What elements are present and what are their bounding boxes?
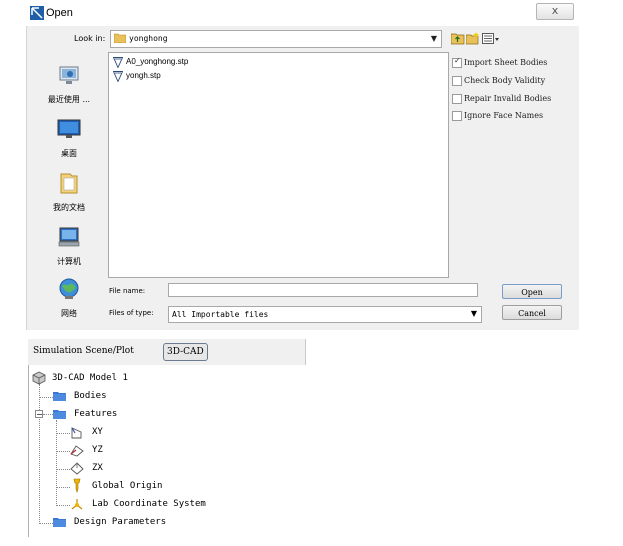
view-menu-icon[interactable] xyxy=(482,32,500,45)
checkbox[interactable] xyxy=(452,111,462,121)
option-label: Repair Invalid Bodies xyxy=(464,94,552,103)
option-label: Check Body Validity xyxy=(464,76,546,85)
tree-node-design-parameters[interactable]: Design Parameters xyxy=(74,517,166,527)
close-button[interactable]: x xyxy=(536,3,574,20)
file-list[interactable]: A0_yonghong.stp yongh.stp xyxy=(108,52,449,278)
coordinate-system-icon xyxy=(71,499,83,510)
desktop-icon xyxy=(57,119,81,138)
look-in-value: yonghong xyxy=(129,34,168,43)
plane-zx-icon xyxy=(70,462,84,475)
place-label: 网络 xyxy=(61,309,77,318)
tree-connector xyxy=(56,469,70,470)
place-network[interactable]: 网络 xyxy=(34,278,104,319)
option-label: Ignore Face Names xyxy=(464,111,544,120)
file-item[interactable]: yongh.stp xyxy=(113,70,263,84)
new-folder-icon[interactable] xyxy=(466,32,480,45)
file-name-input[interactable] xyxy=(168,283,478,297)
checkbox[interactable]: ✓ xyxy=(452,56,462,68)
cancel-button[interactable]: Cancel xyxy=(502,305,562,320)
tree-connector xyxy=(39,384,40,524)
option-label: Import Sheet Bodies xyxy=(464,58,548,67)
place-documents[interactable]: 我的文档 xyxy=(34,172,104,213)
recent-items-icon xyxy=(59,66,79,84)
dialog-title: Open xyxy=(46,7,73,19)
file-type-label: Files of type: xyxy=(109,309,154,317)
place-label: 最近使用 ... xyxy=(47,95,91,104)
tree-node-lab-coordinate-system[interactable]: Lab Coordinate System xyxy=(92,499,206,509)
step-file-icon xyxy=(113,71,123,82)
tree-connector xyxy=(56,505,70,506)
tree-node-global-origin[interactable]: Global Origin xyxy=(92,481,162,491)
network-icon xyxy=(59,278,79,299)
tree-connector xyxy=(56,451,70,452)
checkbox[interactable] xyxy=(452,76,462,86)
tree-connector xyxy=(56,487,70,488)
up-folder-icon[interactable] xyxy=(451,32,465,45)
tree-tab-bar: Simulation Scene/Plot 3D-CAD xyxy=(28,339,306,365)
cad-model-icon xyxy=(32,371,46,385)
tree-node-zx[interactable]: ZX xyxy=(92,463,103,473)
tree-node-bodies[interactable]: Bodies xyxy=(74,391,107,401)
tree-connector xyxy=(56,433,70,434)
file-name-label: File name: xyxy=(109,287,146,295)
folder-icon xyxy=(53,410,66,419)
plane-xy-icon xyxy=(71,427,82,439)
place-recent[interactable]: 最近使用 ... xyxy=(34,64,104,105)
folder-icon xyxy=(53,392,66,401)
look-in-label: Look in: xyxy=(74,34,106,43)
place-label: 桌面 xyxy=(61,149,77,158)
place-computer[interactable]: 计算机 xyxy=(34,226,104,267)
tree-node-xy[interactable]: XY xyxy=(92,427,103,437)
chevron-down-icon: ▼ xyxy=(470,309,477,318)
tree-connector xyxy=(39,523,53,524)
place-desktop[interactable]: 桌面 xyxy=(34,118,104,159)
file-type-select[interactable]: All Importable files ▼ xyxy=(168,306,482,323)
file-item[interactable]: A0_yonghong.stp xyxy=(113,56,263,70)
file-name: yongh.stp xyxy=(126,71,161,80)
tab-simulation-scene-plot[interactable]: Simulation Scene/Plot xyxy=(33,346,134,356)
file-type-value: All Importable files xyxy=(172,310,269,319)
computer-icon xyxy=(58,227,80,247)
open-button[interactable]: Open xyxy=(502,284,562,299)
tab-3d-cad[interactable]: 3D-CAD xyxy=(163,343,208,361)
chevron-down-icon: ▼ xyxy=(430,34,437,43)
checkbox[interactable] xyxy=(452,94,462,104)
tree-connector xyxy=(39,397,53,398)
tree-node-root[interactable]: 3D-CAD Model 1 xyxy=(52,373,128,383)
plane-yz-icon xyxy=(70,445,84,457)
place-label: 我的文档 xyxy=(53,203,85,212)
step-file-icon xyxy=(113,57,123,68)
title-bar[interactable]: Open x xyxy=(26,0,578,28)
panel-border xyxy=(28,365,29,537)
look-in-select[interactable]: yonghong ▼ xyxy=(110,30,442,48)
folder-icon xyxy=(53,518,66,527)
folder-icon xyxy=(114,33,126,43)
tree-node-yz[interactable]: YZ xyxy=(92,445,103,455)
my-documents-icon xyxy=(60,173,78,194)
check-icon: ✓ xyxy=(454,56,461,65)
global-origin-icon xyxy=(73,478,81,493)
tree-node-features[interactable]: Features xyxy=(74,409,117,419)
open-dialog: Open x Look in: yonghong ▼ 最近使用 ... 桌面 我… xyxy=(26,0,579,330)
collapse-icon[interactable]: − xyxy=(35,410,43,419)
file-name: A0_yonghong.stp xyxy=(126,57,189,66)
tree-connector xyxy=(43,414,53,415)
place-label: 计算机 xyxy=(57,257,81,266)
app-icon xyxy=(30,6,44,20)
